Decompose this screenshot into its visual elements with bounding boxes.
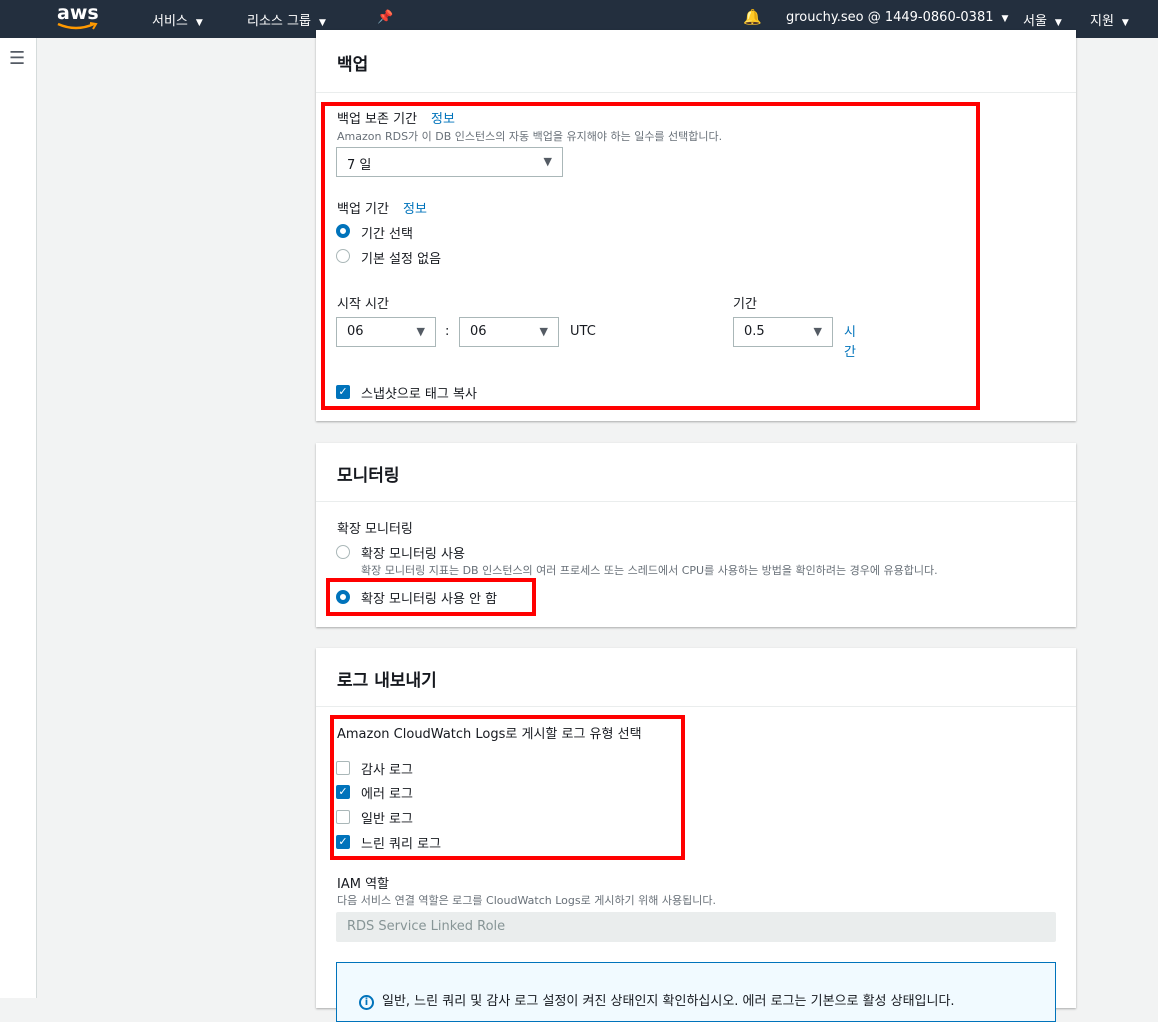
aws-logo[interactable]: aws xyxy=(57,2,99,24)
aws-smile-icon xyxy=(57,22,98,30)
services-label: 서비스 xyxy=(152,14,188,29)
hamburger-menu-icon[interactable]: ☰ xyxy=(9,48,25,69)
iam-role-value: RDS Service Linked Role xyxy=(347,919,506,934)
chevron-down-icon: ▼ xyxy=(1001,14,1009,24)
iam-role-field: RDS Service Linked Role xyxy=(336,912,1056,942)
resource-groups-menu[interactable]: 리소스 그룹 ▼ xyxy=(247,10,326,29)
services-menu[interactable]: 서비스 ▼ xyxy=(152,10,203,29)
resource-groups-label: 리소스 그룹 xyxy=(247,14,311,29)
region-label: 서울 xyxy=(1023,14,1047,29)
highlight-backup xyxy=(321,102,980,410)
chevron-down-icon: ▼ xyxy=(318,18,326,28)
divider xyxy=(316,706,1076,707)
radio-enable-monitoring[interactable] xyxy=(336,545,350,559)
support-menu[interactable]: 지원 ▼ xyxy=(1090,10,1129,29)
iam-role-label: IAM 역할 xyxy=(337,877,389,892)
monitoring-title: 모니터링 xyxy=(337,466,400,486)
account-label: grouchy.seo @ 1449-0860-0381 xyxy=(786,10,994,25)
highlight-logs xyxy=(330,715,685,860)
bell-icon[interactable]: 🔔 xyxy=(743,8,762,26)
info-alert: i 일반, 느린 쿼리 및 감사 로그 설정이 켜진 상태인지 확인하십시오. 에… xyxy=(336,962,1056,1022)
chevron-down-icon: ▼ xyxy=(1054,18,1062,28)
chevron-down-icon: ▼ xyxy=(1121,18,1129,28)
enable-monitoring-label: 확장 모니터링 사용 xyxy=(361,547,465,562)
enable-monitoring-desc: 확장 모니터링 지표는 DB 인스턴스의 여러 프로세스 또는 스레드에서 CP… xyxy=(361,564,938,577)
support-label: 지원 xyxy=(1090,14,1114,29)
info-alert-text: 일반, 느린 쿼리 및 감사 로그 설정이 켜진 상태인지 확인하십시오. 에러… xyxy=(382,994,955,1009)
log-export-title: 로그 내보내기 xyxy=(337,671,437,691)
sidebar: ☰ xyxy=(0,38,37,998)
chevron-down-icon: ▼ xyxy=(195,18,203,28)
highlight-monitoring xyxy=(326,578,536,616)
divider xyxy=(316,501,1076,502)
iam-role-desc: 다음 서비스 연결 역할은 로그를 CloudWatch Logs로 게시하기 … xyxy=(337,894,717,907)
pin-icon[interactable]: 📌 xyxy=(377,10,393,25)
backup-title: 백업 xyxy=(337,55,369,75)
info-icon: i xyxy=(359,995,374,1010)
divider xyxy=(316,92,1076,93)
account-menu[interactable]: grouchy.seo @ 1449-0860-0381 ▼ xyxy=(786,10,1008,25)
region-menu[interactable]: 서울 ▼ xyxy=(1023,10,1062,29)
enhanced-monitoring-label: 확장 모니터링 xyxy=(337,522,413,537)
